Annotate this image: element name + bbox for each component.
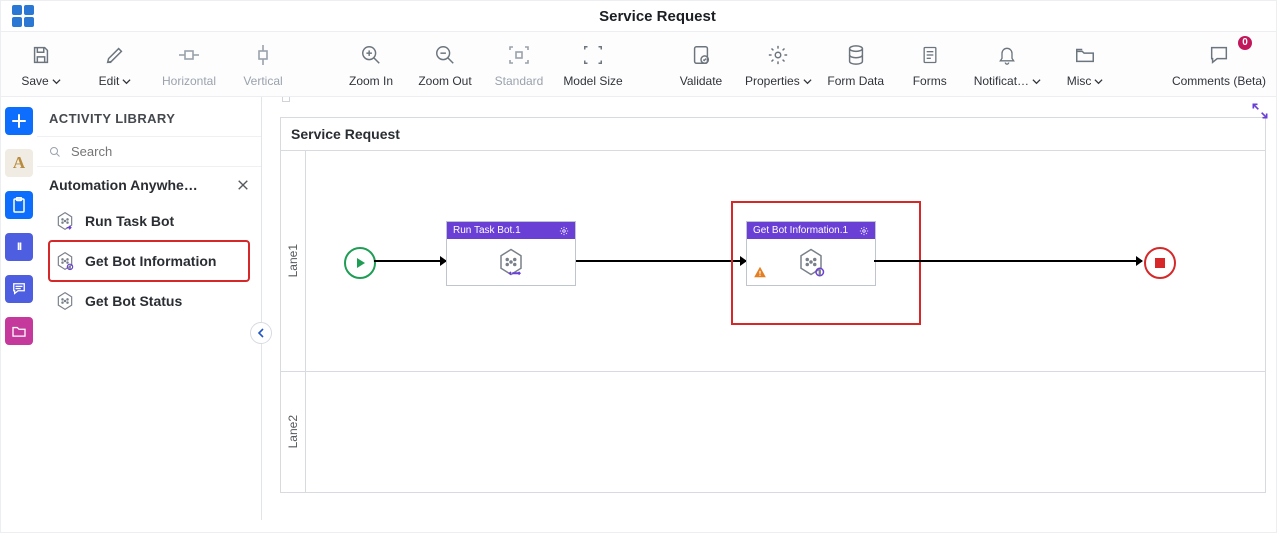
rail-add-button[interactable] [5, 107, 33, 135]
library-item-run-task-bot[interactable]: Run Task Bot [49, 201, 249, 241]
hexagon-bot-icon: i [796, 247, 826, 277]
hexagon-bot-icon: i [55, 251, 75, 271]
workspace: A II ACTIVITY LIBRARY Automation Anywhe… [1, 97, 1276, 520]
fullscreen-button[interactable] [1250, 101, 1270, 121]
gear-icon[interactable] [859, 226, 869, 236]
library-item-label: Get Bot Status [85, 293, 182, 309]
comments-label: Comments (Beta) [1172, 74, 1266, 88]
properties-label: Properties [745, 74, 800, 88]
task-get-bot-information[interactable]: Get Bot Information.1 i [746, 221, 876, 286]
chevron-down-icon [122, 77, 131, 86]
search-icon [49, 144, 61, 160]
lane-1: Lane1 Run Task Bot.1 [281, 151, 1265, 371]
task-title: Run Task Bot.1 [453, 225, 521, 236]
model-size-button[interactable]: Model Size [563, 42, 623, 88]
lane-2-label[interactable]: Lane2 [281, 372, 306, 492]
library-group-header[interactable]: Automation Anywhe… [49, 177, 249, 193]
chevron-down-icon [1032, 77, 1041, 86]
zoom-in-label: Zoom In [349, 74, 393, 88]
end-event[interactable] [1144, 247, 1176, 279]
zoom-in-button[interactable]: Zoom In [341, 42, 401, 88]
hexagon-bot-icon [55, 211, 75, 231]
chevron-down-icon [52, 77, 61, 86]
activity-library-heading: ACTIVITY LIBRARY [37, 97, 261, 136]
standard-button[interactable]: Standard [489, 42, 549, 88]
lane-1-label[interactable]: Lane1 [281, 151, 306, 371]
rail-translate-button[interactable]: II [5, 233, 33, 261]
validate-button[interactable]: Validate [671, 42, 731, 88]
comments-button[interactable]: 0 Comments (Beta) [1172, 42, 1266, 88]
clipboard-icon [12, 197, 26, 213]
sequence-flow[interactable] [874, 260, 1142, 262]
notifications-button[interactable]: Notificat… [974, 42, 1041, 88]
hexagon-bot-icon [55, 291, 75, 311]
expand-icon [1250, 101, 1270, 121]
form-data-button[interactable]: Form Data [826, 42, 886, 88]
close-icon[interactable] [237, 179, 249, 191]
gear-icon[interactable] [559, 226, 569, 236]
sequence-flow[interactable] [374, 260, 446, 262]
main-toolbar: Save Edit Horizontal Vertical Zoom In Zo… [1, 32, 1276, 97]
validate-label: Validate [680, 74, 722, 88]
folder-icon [12, 325, 26, 337]
library-item-get-bot-status[interactable]: Get Bot Status [49, 281, 249, 321]
left-rail: A II [1, 97, 37, 520]
plus-icon [12, 114, 26, 128]
misc-button[interactable]: Misc [1055, 42, 1115, 88]
start-event[interactable] [344, 247, 376, 279]
properties-button[interactable]: Properties [745, 42, 812, 88]
forms-button[interactable]: Forms [900, 42, 960, 88]
library-item-label: Get Bot Information [85, 253, 216, 269]
rail-folder-button[interactable] [5, 317, 33, 345]
horizontal-layout-button[interactable]: Horizontal [159, 42, 219, 88]
edit-button[interactable]: Edit [85, 42, 145, 88]
apps-grid-icon[interactable] [7, 5, 39, 27]
svg-text:i: i [69, 266, 70, 270]
zoom-out-label: Zoom Out [418, 74, 471, 88]
standard-label: Standard [495, 74, 544, 88]
rail-clipboard-button[interactable] [5, 191, 33, 219]
process-canvas[interactable]: Service Request Lane1 Run Task Bot.1 [262, 97, 1276, 520]
comments-count-badge: 0 [1238, 36, 1252, 50]
rail-chat-button[interactable] [5, 275, 33, 303]
title-bar: Service Request [1, 1, 1276, 32]
misc-label: Misc [1067, 74, 1092, 88]
process-pool: Service Request Lane1 Run Task Bot.1 [280, 117, 1266, 493]
zoom-out-button[interactable]: Zoom Out [415, 42, 475, 88]
sequence-flow[interactable] [576, 260, 746, 262]
page-title: Service Request [39, 8, 1276, 25]
chevron-left-icon [257, 328, 265, 338]
task-run-task-bot[interactable]: Run Task Bot.1 [446, 221, 576, 286]
form-data-label: Form Data [827, 74, 884, 88]
stop-icon [1155, 258, 1165, 268]
task-title: Get Bot Information.1 [753, 225, 848, 236]
vertical-label: Vertical [243, 74, 282, 88]
library-search-input[interactable] [69, 143, 249, 160]
forms-label: Forms [913, 74, 947, 88]
collapse-library-handle[interactable] [250, 322, 272, 344]
chat-icon [12, 282, 26, 296]
chevron-down-icon [803, 77, 812, 86]
rail-activities-button[interactable]: A [5, 149, 33, 177]
library-search[interactable] [37, 136, 261, 167]
vertical-layout-button[interactable]: Vertical [233, 42, 293, 88]
hexagon-bot-icon [496, 247, 526, 277]
chevron-down-icon [1094, 77, 1103, 86]
library-item-get-bot-information[interactable]: i Get Bot Information [49, 241, 249, 281]
play-icon [357, 258, 365, 268]
save-button[interactable]: Save [11, 42, 71, 88]
process-title: Service Request [281, 118, 1265, 151]
library-group-name: Automation Anywhe… [49, 177, 198, 193]
horizontal-label: Horizontal [162, 74, 216, 88]
save-label: Save [21, 74, 48, 88]
edit-label: Edit [99, 74, 120, 88]
lane-2: Lane2 [281, 371, 1265, 492]
library-item-label: Run Task Bot [85, 213, 174, 229]
model-size-label: Model Size [563, 74, 622, 88]
activity-library-panel: ACTIVITY LIBRARY Automation Anywhe… Run … [37, 97, 262, 520]
warning-icon [753, 265, 767, 279]
notifications-label: Notificat… [974, 74, 1029, 88]
canvas-guide [282, 97, 290, 102]
